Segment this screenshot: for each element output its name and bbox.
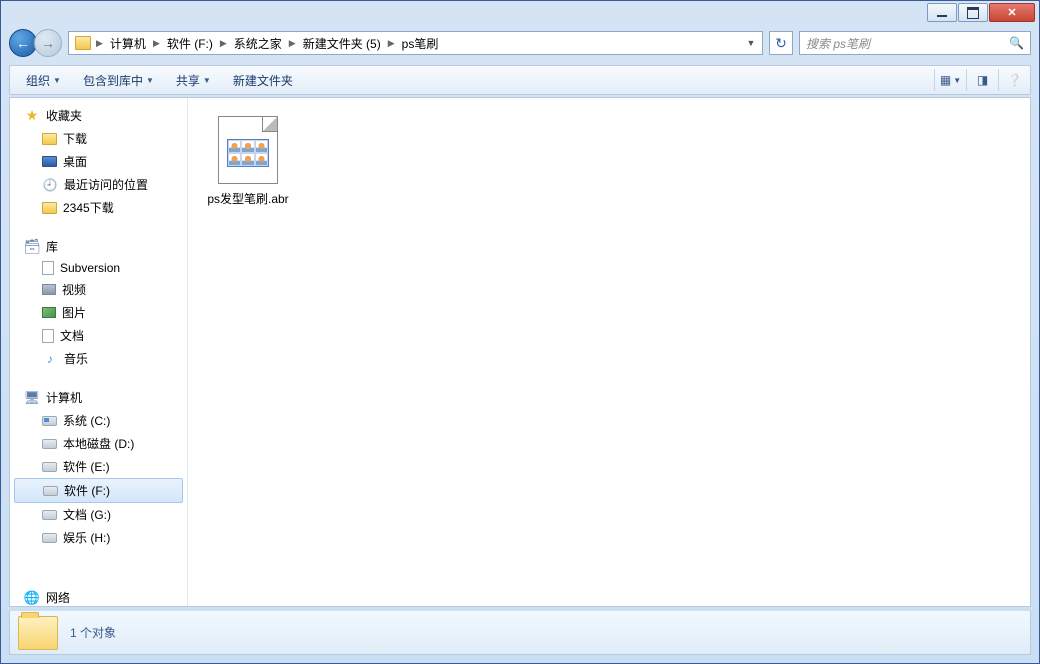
nav-buttons: ← → [9,29,62,57]
explorer-window: ← → ▶ 计算机 ▶ 软件 (F:) ▶ 系统之家 ▶ 新建文件夹 (5) ▶… [0,0,1040,664]
folder-icon [18,616,58,650]
sidebar-item-drive-g[interactable]: 文档 (G:) [10,503,187,526]
toolbar: 组织 ▼ 包含到库中 ▼ 共享 ▼ 新建文件夹 ▦ ▼ ◨ ❔ [9,65,1031,95]
document-icon [42,261,54,275]
breadcrumb-segment[interactable]: 新建文件夹 (5) [297,33,387,54]
close-button[interactable] [989,3,1035,22]
back-button[interactable]: ← [9,29,37,57]
computer-group: 🖥计算机 系统 (C:) 本地磁盘 (D:) 软件 (E:) 软件 (F:) 文… [10,386,187,549]
organize-button[interactable]: 组织 ▼ [18,69,69,92]
drive-icon [43,486,58,496]
drive-icon [42,462,57,472]
document-icon [42,329,54,343]
favorites-header[interactable]: ★收藏夹 [10,104,187,127]
breadcrumb-segment[interactable]: 系统之家 [228,33,288,54]
drive-icon [42,439,57,449]
share-button[interactable]: 共享 ▼ [168,69,219,92]
sidebar-item-drive-f[interactable]: 软件 (F:) [14,478,183,503]
titlebar [1,1,1039,27]
folder-icon [42,202,57,214]
chevron-down-icon: ▼ [203,76,211,85]
preview-pane-button[interactable]: ◨ [966,69,990,91]
pictures-icon [42,307,56,318]
network-header[interactable]: 🌐网络 [24,589,70,606]
recent-icon: 🕘 [42,178,58,192]
drive-icon [42,510,57,520]
search-input[interactable]: 搜索 ps笔刷 🔍 [799,31,1031,55]
sidebar-item-drive-e[interactable]: 软件 (E:) [10,455,187,478]
sidebar-item-drive-d[interactable]: 本地磁盘 (D:) [10,432,187,455]
star-icon: ★ [24,109,40,123]
sidebar-item-subversion[interactable]: Subversion [10,258,187,278]
forward-button[interactable]: → [34,29,62,57]
libraries-group: 🗃库 Subversion 视频 图片 文档 ♪音乐 [10,235,187,370]
status-text: 1 个对象 [70,624,116,641]
file-item[interactable]: ps发型笔刷.abr [200,110,296,213]
desktop-icon [42,156,57,167]
status-bar: 1 个对象 [9,611,1031,655]
sidebar-item-drive-c[interactable]: 系统 (C:) [10,409,187,432]
sidebar-item-2345[interactable]: 2345下载 [10,196,187,219]
sidebar-item-drive-h[interactable]: 娱乐 (H:) [10,526,187,549]
help-button[interactable]: ❔ [998,69,1022,91]
chevron-right-icon[interactable]: ▶ [152,38,161,49]
new-folder-button[interactable]: 新建文件夹 [225,69,301,92]
chevron-right-icon[interactable]: ▶ [387,38,396,49]
refresh-button[interactable]: ↻ [769,31,793,55]
sidebar-item-music[interactable]: ♪音乐 [10,347,187,370]
drive-icon [42,416,57,426]
address-bar[interactable]: ▶ 计算机 ▶ 软件 (F:) ▶ 系统之家 ▶ 新建文件夹 (5) ▶ ps笔… [68,31,763,55]
sidebar-item-pictures[interactable]: 图片 [10,301,187,324]
file-name: ps发型笔刷.abr [207,190,288,207]
chevron-down-icon: ▼ [53,76,61,85]
folder-icon [75,36,91,50]
breadcrumb-segment[interactable]: 软件 (F:) [161,33,219,54]
network-icon: 🌐 [24,591,40,605]
main-area: ★收藏夹 下载 桌面 🕘最近访问的位置 2345下载 🗃库 Subversion… [9,97,1031,607]
videos-icon [42,284,56,295]
favorites-group: ★收藏夹 下载 桌面 🕘最近访问的位置 2345下载 [10,104,187,219]
address-dropdown-icon[interactable]: ▼ [742,38,760,48]
include-in-library-button[interactable]: 包含到库中 ▼ [75,69,162,92]
folder-icon [42,133,57,145]
sidebar-item-documents[interactable]: 文档 [10,324,187,347]
libraries-header[interactable]: 🗃库 [10,235,187,258]
drive-icon [42,533,57,543]
abr-file-icon [218,116,278,184]
search-icon[interactable]: 🔍 [1009,36,1024,50]
sidebar-item-recent[interactable]: 🕘最近访问的位置 [10,173,187,196]
libraries-icon: 🗃 [24,240,40,254]
chevron-right-icon[interactable]: ▶ [288,38,297,49]
chevron-down-icon: ▼ [146,76,154,85]
view-options-button[interactable]: ▦ ▼ [934,69,958,91]
sidebar-item-downloads[interactable]: 下载 [10,127,187,150]
sidebar-item-videos[interactable]: 视频 [10,278,187,301]
navigation-row: ← → ▶ 计算机 ▶ 软件 (F:) ▶ 系统之家 ▶ 新建文件夹 (5) ▶… [9,27,1031,59]
minimize-button[interactable] [927,3,957,22]
file-list[interactable]: ps发型笔刷.abr [188,98,1030,606]
sidebar-item-desktop[interactable]: 桌面 [10,150,187,173]
navigation-pane: ★收藏夹 下载 桌面 🕘最近访问的位置 2345下载 🗃库 Subversion… [10,98,188,606]
maximize-button[interactable] [958,3,988,22]
breadcrumb-segment[interactable]: ps笔刷 [396,33,445,54]
chevron-right-icon[interactable]: ▶ [95,38,104,49]
computer-header[interactable]: 🖥计算机 [10,386,187,409]
breadcrumb-segment[interactable]: 计算机 [104,33,152,54]
computer-icon: 🖥 [24,391,40,405]
music-icon: ♪ [42,352,58,366]
chevron-right-icon[interactable]: ▶ [219,38,228,49]
search-placeholder: 搜索 ps笔刷 [806,35,870,52]
